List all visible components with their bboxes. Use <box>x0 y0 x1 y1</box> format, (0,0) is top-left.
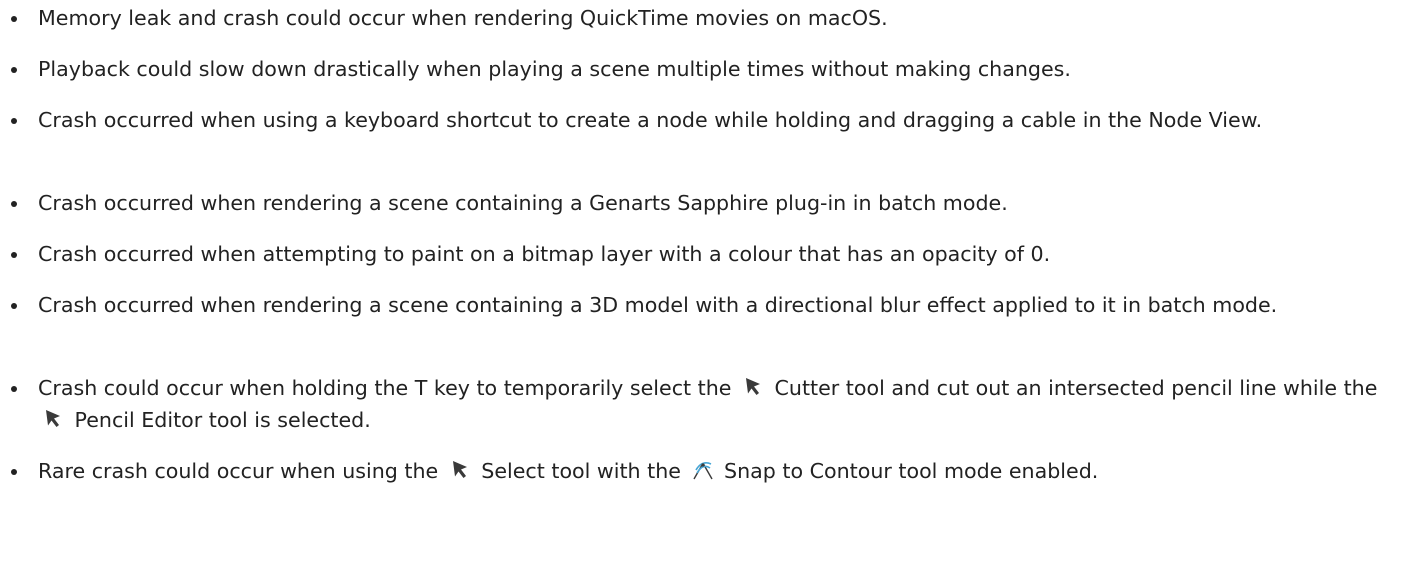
list-item: Rare crash could occur when using the Se… <box>0 455 1416 487</box>
list-item: Crash occurred when rendering a scene co… <box>0 187 1416 219</box>
list-item-text-part: Rare crash could occur when using the <box>38 459 439 483</box>
arrow-cursor-icon <box>40 408 66 430</box>
list-item: Playback could slow down drastically whe… <box>0 53 1416 85</box>
list-item-text: Rare crash could occur when using the Se… <box>38 455 1408 487</box>
list-item: Crash occurred when rendering a scene co… <box>0 289 1416 321</box>
list-item-text: Memory leak and crash could occur when r… <box>38 6 888 30</box>
bullet-icon <box>11 67 17 73</box>
list-item-text: Crash occurred when using a keyboard sho… <box>38 108 1263 132</box>
list-item-text-part: Snap to Contour tool mode enabled. <box>724 459 1099 483</box>
bullet-icon <box>11 469 17 475</box>
bullet-icon <box>11 118 17 124</box>
list-item-text: Crash occurred when rendering a scene co… <box>38 191 1008 215</box>
list-item-text-part: Cutter tool and cut out an intersected p… <box>774 376 1378 400</box>
list-item-text-part: Crash could occur when holding the T key… <box>38 376 732 400</box>
list-item-text: Crash could occur when holding the T key… <box>38 372 1408 436</box>
arrow-cursor-icon <box>740 376 766 398</box>
list-item: Memory leak and crash could occur when r… <box>0 2 1416 34</box>
bullet-icon <box>11 386 17 392</box>
list-item-text: Crash occurred when rendering a scene co… <box>38 293 1278 317</box>
list-item: Crash occurred when attempting to paint … <box>0 238 1416 270</box>
list-item: Crash occurred when using a keyboard sho… <box>0 104 1416 136</box>
snap-to-contour-icon <box>690 459 716 481</box>
list-item: Crash could occur when holding the T key… <box>0 372 1416 436</box>
bullet-icon <box>11 303 17 309</box>
list-item-text-part: Select tool with the <box>481 459 681 483</box>
list-item-text: Crash occurred when attempting to paint … <box>38 242 1051 266</box>
arrow-cursor-icon <box>447 459 473 481</box>
list-item-text-part: Pencil Editor tool is selected. <box>74 408 371 432</box>
bullet-icon <box>11 252 17 258</box>
bullet-icon <box>11 16 17 22</box>
bullet-icon <box>11 201 17 207</box>
list-item-text: Playback could slow down drastically whe… <box>38 57 1071 81</box>
